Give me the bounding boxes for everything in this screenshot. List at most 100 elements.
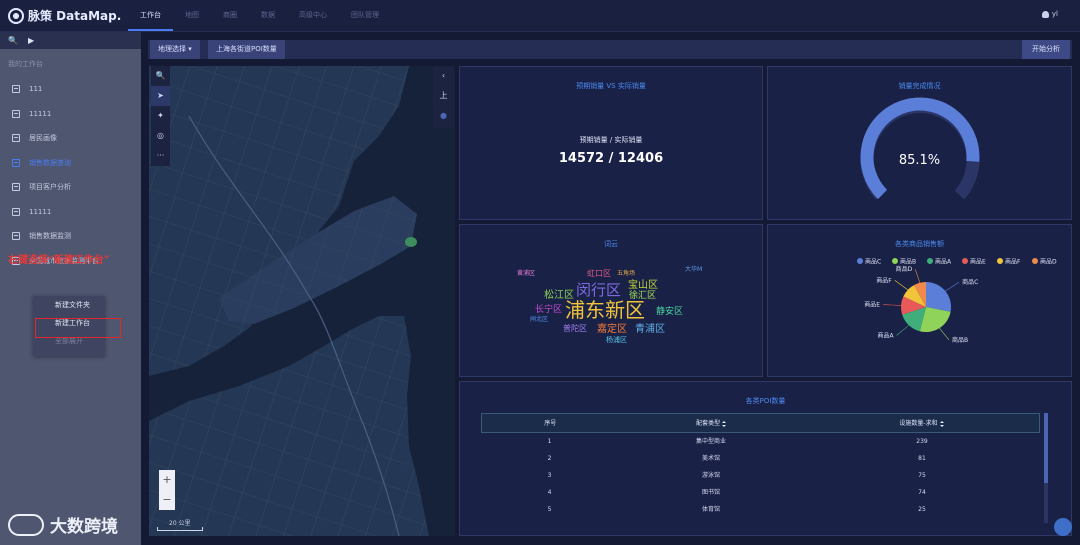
table-header: 序号 配套类型 设施数量-求和 bbox=[481, 413, 1040, 433]
main-nav: 工作台 地图 商圈 数据 高级中心 团队管理 bbox=[128, 0, 391, 31]
start-analysis-button[interactable]: 开始分析 bbox=[1022, 40, 1070, 59]
table-row[interactable]: 5 体育馆 25 bbox=[481, 501, 1040, 518]
table-scrollbar[interactable] bbox=[1044, 413, 1048, 523]
tab-team-management[interactable]: 团队管理 bbox=[339, 0, 391, 31]
zoom-control: + − bbox=[159, 470, 175, 510]
wordcloud-word: 闵行区 bbox=[576, 281, 622, 299]
table-row[interactable]: 1 集中型商业 239 bbox=[481, 433, 1040, 450]
user-menu[interactable]: yl bbox=[1041, 10, 1058, 18]
menu-item-new-folder[interactable]: 新建文件夹 bbox=[33, 297, 105, 314]
cell-type: 图书馆 bbox=[701, 489, 720, 496]
sidebar-item-sales-query[interactable]: 销售数据查询 bbox=[0, 151, 141, 176]
map-search-icon[interactable]: 🔍 bbox=[151, 66, 170, 86]
sidebar-item-11111-b[interactable]: 11111 bbox=[0, 200, 141, 225]
play-icon[interactable]: ▶ bbox=[28, 36, 34, 45]
cell-index: 5 bbox=[547, 506, 552, 513]
dashboard-icon bbox=[12, 183, 20, 192]
map-view[interactable] bbox=[149, 66, 455, 536]
sidebar-item-111[interactable]: 111 bbox=[0, 77, 141, 102]
pie-chart: 商品C 商品B 商品A 商品E 商品F 商品D 商品C 商品B 商品A 商品E 商品F 商品D bbox=[857, 258, 1057, 344]
kpi-value: 14572 / 12406 bbox=[558, 151, 664, 166]
app-logo[interactable]: 脉策 DataMap. bbox=[8, 7, 121, 24]
dashboard-icon bbox=[12, 134, 20, 143]
cell-index: 1 bbox=[547, 438, 552, 445]
tab-map[interactable]: 地图 bbox=[173, 0, 211, 31]
legend-label[interactable]: 商品E bbox=[970, 258, 986, 266]
pie-label-line bbox=[896, 324, 910, 336]
cell-count: 75 bbox=[918, 472, 926, 479]
legend-marker[interactable] bbox=[962, 258, 968, 264]
zoom-in-button[interactable]: + bbox=[159, 470, 175, 490]
geo-select-dropdown[interactable]: 地理选择 ▾ bbox=[150, 40, 200, 59]
user-name: yl bbox=[1051, 10, 1058, 18]
wordcloud-word: 嘉定区 bbox=[597, 324, 627, 335]
sidebar-item-resident-profile[interactable]: 居民画像 bbox=[0, 126, 141, 151]
sidebar-item-sales-monitor[interactable]: 销售数据监测 bbox=[0, 224, 141, 249]
locate-icon[interactable]: ➤ bbox=[151, 86, 170, 106]
header-count[interactable]: 设施数量-求和 bbox=[804, 414, 1039, 432]
table-row[interactable]: 4 图书馆 74 bbox=[481, 484, 1040, 501]
pie-slice[interactable] bbox=[926, 281, 952, 312]
zoom-out-button[interactable]: − bbox=[159, 490, 175, 510]
legend-marker[interactable] bbox=[927, 258, 933, 264]
search-icon[interactable]: 🔍 bbox=[8, 36, 18, 45]
layer-dot-icon[interactable]: ● bbox=[433, 106, 454, 126]
pie-slice-label: 商品D bbox=[896, 265, 913, 273]
table-row[interactable]: 2 美术馆 81 bbox=[481, 450, 1040, 467]
sidebar-item-label: 11111 bbox=[29, 207, 52, 216]
table-row[interactable]: 3 游泳馆 75 bbox=[481, 467, 1040, 484]
chat-icon[interactable] bbox=[1054, 518, 1072, 536]
map-side-controls: ‹ 上 ● bbox=[433, 66, 454, 128]
header-index[interactable]: 序号 bbox=[482, 414, 619, 432]
draw-icon[interactable]: ✦ bbox=[151, 106, 170, 126]
wordcloud-word: 青浦区 bbox=[635, 324, 665, 335]
tab-business-district[interactable]: 商圈 bbox=[211, 0, 249, 31]
cell-index: 2 bbox=[547, 455, 552, 462]
poi-layer-tag[interactable]: 上海各街道POI数量 bbox=[208, 40, 285, 59]
poi-table: 序号 配套类型 设施数量-求和 1 集中型商业 239 2 美术馆 81 3 游泳馆 75 … bbox=[481, 413, 1040, 518]
logo-icon bbox=[8, 7, 24, 24]
scrollbar-thumb[interactable] bbox=[1044, 413, 1048, 483]
sort-icon[interactable] bbox=[939, 420, 944, 427]
tab-data[interactable]: 数据 bbox=[249, 0, 287, 31]
legend-label[interactable]: 商品B bbox=[900, 258, 916, 266]
sidebar-item-11111[interactable]: 11111 bbox=[0, 102, 141, 127]
watermark: 大数跨境 bbox=[8, 512, 118, 537]
dashboard-icon bbox=[12, 109, 20, 118]
mobile-icon bbox=[12, 232, 20, 241]
collapse-icon[interactable]: ‹ bbox=[433, 66, 454, 86]
legend-label[interactable]: 商品C bbox=[865, 258, 881, 266]
header-type[interactable]: 配套类型 bbox=[619, 414, 804, 432]
sidebar-item-label: 11111 bbox=[29, 109, 52, 118]
tab-advanced-center[interactable]: 高级中心 bbox=[287, 0, 339, 31]
gauge-chart bbox=[860, 97, 980, 200]
cell-type: 美术馆 bbox=[701, 455, 720, 462]
legend-marker[interactable] bbox=[1032, 258, 1038, 264]
legend-marker[interactable] bbox=[857, 258, 863, 264]
cell-index: 4 bbox=[547, 489, 552, 496]
sort-icon[interactable] bbox=[722, 420, 727, 427]
wordcloud-title: 词云 bbox=[604, 240, 618, 248]
highlight-box bbox=[35, 318, 121, 338]
sidebar-item-customer-analysis[interactable]: 项目客户分析 bbox=[0, 175, 141, 200]
legend-marker[interactable] bbox=[997, 258, 1003, 264]
pie-slice-label: 商品B bbox=[952, 336, 968, 344]
gauge-fill bbox=[860, 97, 980, 200]
legend-label[interactable]: 商品F bbox=[1005, 258, 1021, 266]
legend-marker[interactable] bbox=[892, 258, 898, 264]
up-button[interactable]: 上 bbox=[433, 86, 454, 106]
tab-workbench[interactable]: 工作台 bbox=[128, 0, 173, 31]
wordcloud-word: 徐汇区 bbox=[629, 291, 657, 301]
more-icon[interactable]: ··· bbox=[151, 146, 170, 166]
target-icon[interactable]: ◎ bbox=[151, 126, 170, 146]
watermark-logo-icon bbox=[8, 513, 44, 536]
instruction-annotation: 右键选择“新建工作台” bbox=[8, 255, 110, 266]
sidebar-item-label: 销售数据监测 bbox=[29, 232, 71, 241]
legend-label[interactable]: 商品A bbox=[935, 258, 952, 266]
cell-count: 81 bbox=[918, 455, 926, 462]
legend-label[interactable]: 商品D bbox=[1040, 258, 1057, 266]
dashboard-icon bbox=[12, 158, 20, 167]
cell-type: 集中型商业 bbox=[695, 438, 726, 445]
app-name: 脉策 DataMap. bbox=[28, 9, 122, 23]
window-icon bbox=[12, 207, 20, 216]
